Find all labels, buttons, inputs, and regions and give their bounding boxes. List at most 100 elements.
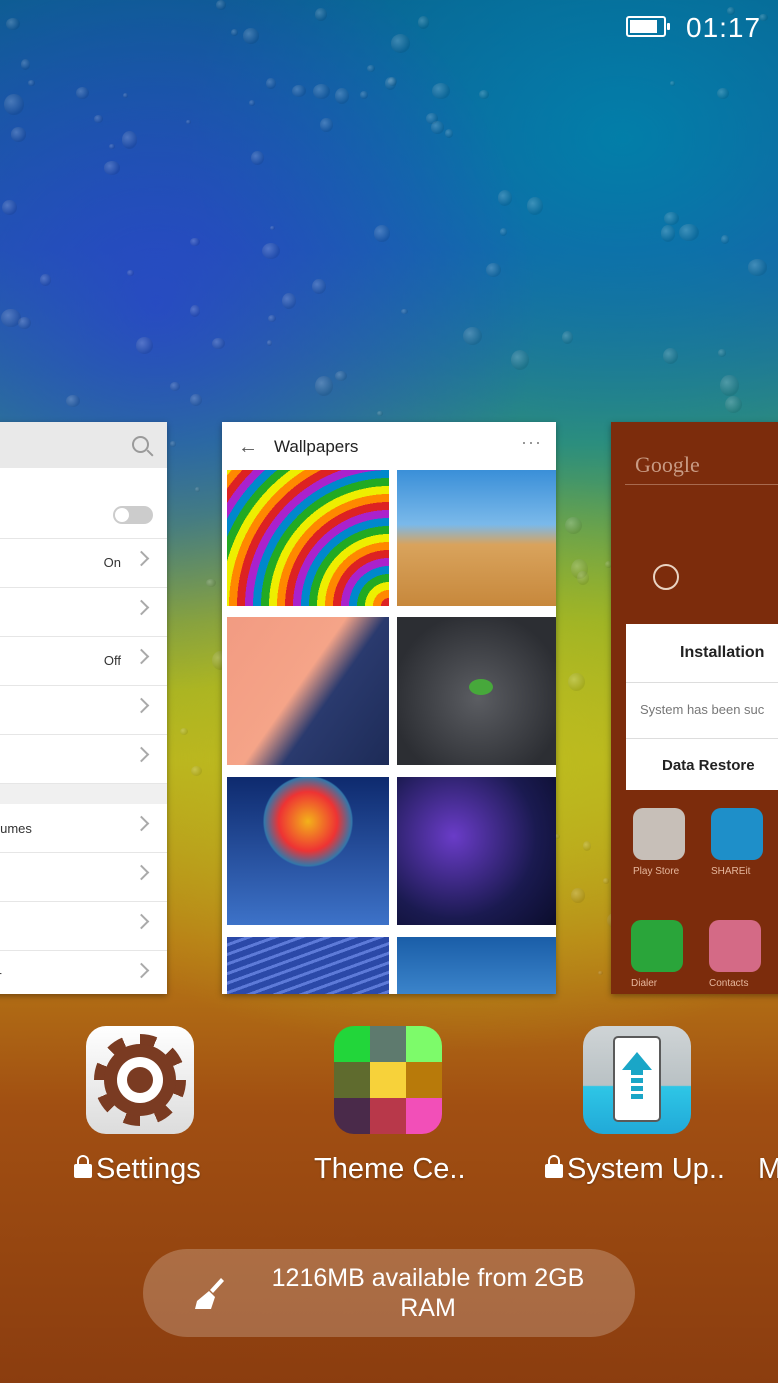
wallpaper-thumbnail[interactable]	[227, 470, 389, 606]
settings-row[interactable]: olumes	[0, 804, 167, 853]
dialer-icon[interactable]	[631, 920, 683, 972]
water-drop	[313, 84, 331, 100]
theme-color-swatch	[334, 1026, 370, 1062]
dialog-message: System has been suc	[640, 702, 765, 717]
app-label-settings[interactable]: Settings	[74, 1153, 201, 1186]
wallpaper-thumbnail[interactable]	[227, 617, 389, 765]
play-store-icon[interactable]	[633, 808, 685, 860]
water-drop	[602, 878, 609, 884]
settings-row-value: On	[103, 555, 121, 570]
settings-row[interactable]	[0, 588, 167, 637]
toggle-switch[interactable]	[113, 506, 153, 524]
settings-row[interactable]	[0, 490, 167, 539]
water-drop	[170, 441, 177, 447]
settings-list: On Off olumes er	[0, 468, 167, 994]
theme-color-swatch	[406, 1062, 442, 1098]
water-drop	[582, 841, 591, 852]
water-drop	[121, 130, 138, 149]
water-drop	[190, 393, 203, 406]
water-drop	[721, 235, 729, 244]
wallpapers-header: ← Wallpapers ···	[222, 422, 556, 470]
water-drop	[281, 292, 296, 310]
settings-row[interactable]: On	[0, 539, 167, 588]
gear-icon[interactable]	[86, 1026, 194, 1134]
water-drop	[377, 411, 383, 417]
back-arrow-icon[interactable]: ←	[238, 436, 258, 459]
settings-row-label: er	[0, 968, 2, 983]
water-drop	[718, 349, 726, 357]
weather-sun-icon	[653, 564, 679, 590]
water-drop	[335, 87, 349, 104]
chevron-right-icon	[133, 697, 150, 714]
theme-grid-icon[interactable]	[334, 1026, 442, 1134]
settings-row[interactable]	[0, 902, 167, 951]
wallpaper-thumbnail[interactable]	[397, 470, 556, 606]
water-drop	[109, 144, 115, 150]
water-drop	[662, 347, 679, 365]
app-label-system-update[interactable]: System Up..	[545, 1153, 725, 1186]
water-drop	[251, 150, 264, 165]
chevron-right-icon	[133, 599, 150, 616]
chevron-right-icon	[133, 962, 150, 979]
theme-color-swatch	[370, 1026, 406, 1062]
water-drop	[205, 579, 217, 588]
settings-row[interactable]	[0, 853, 167, 902]
overflow-menu-icon[interactable]: ···	[521, 432, 542, 453]
water-drop	[179, 728, 189, 736]
search-icon[interactable]	[132, 436, 149, 453]
wallpaper-thumbnail[interactable]	[227, 937, 389, 994]
settings-row[interactable]: Off	[0, 637, 167, 686]
water-drop	[189, 305, 200, 318]
wallpaper-thumbnail[interactable]	[397, 777, 556, 925]
water-drop	[576, 571, 589, 585]
settings-header	[0, 422, 167, 468]
water-drop	[1, 309, 21, 328]
water-drop	[268, 314, 277, 322]
app-label-partial[interactable]: M	[758, 1153, 778, 1186]
settings-row-value: Off	[103, 653, 121, 668]
system-update-icon[interactable]	[583, 1026, 691, 1134]
water-drop	[11, 127, 27, 142]
wallpaper-thumbnail[interactable]	[397, 617, 556, 765]
settings-row[interactable]	[0, 686, 167, 735]
shareit-icon[interactable]	[711, 808, 763, 860]
water-drop	[270, 225, 276, 231]
water-drop	[679, 224, 699, 242]
water-drop	[401, 308, 409, 315]
water-drop	[510, 350, 529, 371]
app-label-theme-center[interactable]: Theme Ce..	[314, 1153, 466, 1186]
recent-card-settings[interactable]: On Off olumes er	[0, 422, 167, 994]
app-label: Play Store	[633, 866, 680, 877]
water-drop	[195, 486, 201, 492]
clock: 01:17	[686, 12, 762, 43]
recent-card-wallpapers[interactable]: ← Wallpapers ···	[222, 422, 556, 994]
settings-row[interactable]	[0, 735, 167, 784]
water-drop	[431, 121, 444, 134]
theme-color-swatch	[334, 1098, 370, 1134]
settings-row-label: olumes	[0, 821, 32, 836]
water-drop	[122, 92, 128, 99]
water-drop	[75, 86, 90, 100]
wallpaper-thumbnail[interactable]	[227, 777, 389, 925]
water-drop	[387, 76, 398, 87]
water-drop	[567, 672, 586, 691]
battery-icon	[626, 16, 670, 37]
chevron-right-icon	[133, 913, 150, 930]
water-drop	[93, 115, 103, 123]
section-separator	[0, 784, 167, 804]
wallpaper-thumbnail[interactable]	[397, 937, 556, 994]
chevron-right-icon	[133, 648, 150, 665]
water-drop	[479, 89, 489, 99]
water-drop	[191, 765, 203, 776]
contacts-icon[interactable]	[709, 920, 761, 972]
data-restore-button[interactable]: Data Restore	[662, 757, 755, 774]
water-drop	[18, 317, 32, 330]
water-drop	[190, 237, 201, 247]
recent-card-home[interactable]: Google Installation System has been suc …	[611, 422, 778, 994]
water-drop	[169, 382, 181, 391]
clear-memory-button[interactable]: 1216MB available from 2GB RAM	[143, 1249, 635, 1337]
settings-row[interactable]: er	[0, 951, 167, 994]
theme-color-swatch	[334, 1062, 370, 1098]
theme-color-swatch	[370, 1062, 406, 1098]
divider	[626, 682, 778, 683]
